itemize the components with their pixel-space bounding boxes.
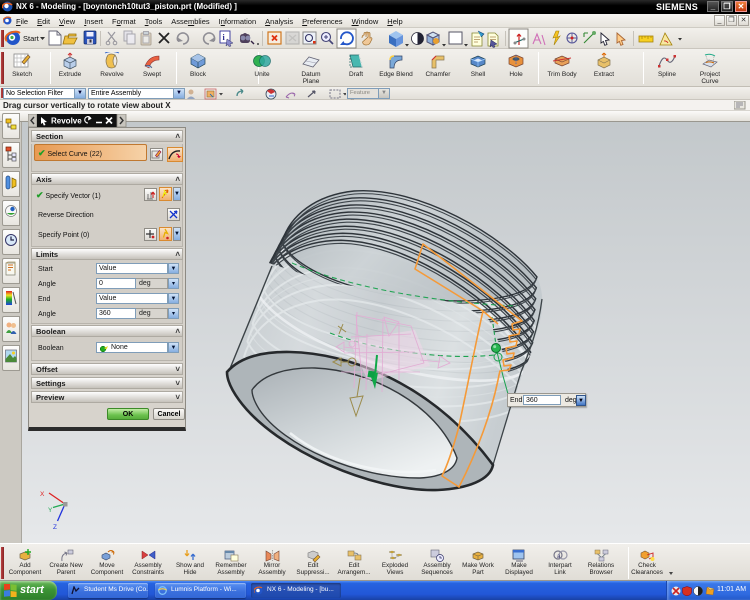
- svg-text:a: a: [557, 554, 561, 560]
- svg-text:Z: Z: [53, 524, 57, 531]
- svg-text:Start: Start: [23, 34, 40, 43]
- svg-text:Y: Y: [48, 507, 53, 514]
- svg-text:X: X: [40, 491, 45, 498]
